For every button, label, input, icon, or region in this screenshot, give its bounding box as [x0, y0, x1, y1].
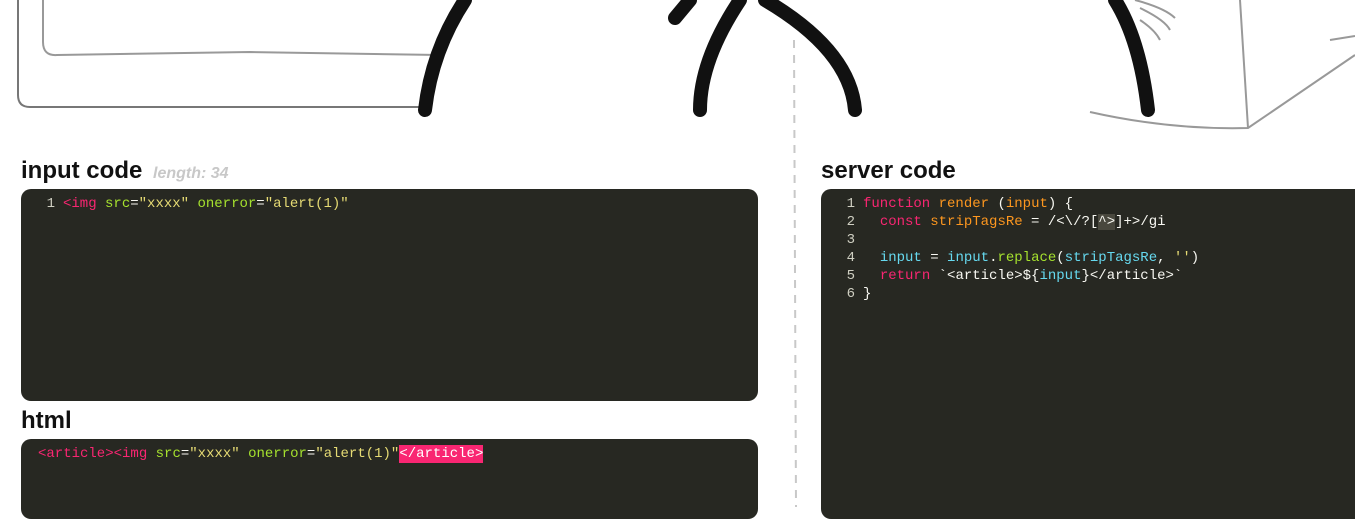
- code-token: input: [1039, 268, 1082, 284]
- code-token: "xxxx": [138, 196, 190, 212]
- code-token: /<\/?[: [1047, 214, 1099, 230]
- code-line: 5 return `<article>${input}</article>`: [821, 267, 1355, 285]
- box-outline: [1089, 54, 1355, 130]
- line-number: 5: [846, 268, 855, 284]
- box-corner: [1329, 35, 1355, 41]
- line-code: }: [863, 285, 871, 303]
- code-line: 1 <img src="xxxx" onerror="alert(1)": [21, 195, 758, 213]
- line-number: 4: [846, 250, 855, 266]
- code-token: <img: [113, 446, 148, 462]
- box-edge: [1239, 0, 1249, 129]
- figure-center-stroke-right: [758, 0, 862, 117]
- code-token: "alert(1)": [264, 196, 349, 212]
- tablet-inner-outline: [42, 0, 441, 57]
- code-token: input: [947, 250, 990, 266]
- line-number: 1: [846, 196, 855, 212]
- line-code: <img src="xxxx" onerror="alert(1)": [63, 195, 349, 213]
- panel-divider: [793, 39, 797, 507]
- code-token: (: [1056, 250, 1065, 266]
- code-token: <article>: [38, 446, 114, 462]
- html-output-title: html: [21, 407, 72, 434]
- input-length-label: length: 34: [153, 165, 229, 182]
- code-token: }</article>`: [1081, 268, 1183, 284]
- code-token: '': [1173, 250, 1191, 266]
- server-code-editor: 1 function render (input) {2 const stripT…: [821, 189, 1355, 519]
- line-code: input = input.replace(stripTagsRe, ''): [863, 249, 1199, 267]
- input-code-editor[interactable]: 1 <img src="xxxx" onerror="alert(1)": [21, 189, 758, 401]
- server-code-lines: 1 function render (input) {2 const stripT…: [821, 195, 1355, 303]
- code-token: src: [155, 446, 181, 462]
- code-token: onerror: [197, 196, 257, 212]
- code-token: ,: [1157, 250, 1174, 266]
- ear-line-3: [1139, 19, 1161, 41]
- code-token: input: [879, 250, 922, 266]
- code-token: =: [256, 196, 265, 212]
- code-token: function: [863, 196, 931, 212]
- code-token: <img: [63, 196, 97, 212]
- code-line: 3: [821, 231, 1355, 249]
- code-token: =: [130, 196, 139, 212]
- header-illustration: [17, 0, 1355, 130]
- figure-left-stroke: [418, 0, 472, 117]
- html-output-line: <article> <img src = "xxxx" onerror = "alert(…: [38, 445, 758, 463]
- code-token: (: [989, 196, 1006, 212]
- code-token: =: [1022, 214, 1048, 230]
- code-token: src: [105, 196, 131, 212]
- code-token: =: [306, 446, 316, 462]
- code-token: onerror: [248, 446, 307, 462]
- code-token: "xxxx": [189, 446, 240, 462]
- code-token: }: [863, 286, 872, 302]
- code-token: </article>: [399, 445, 484, 463]
- code-token: return: [879, 268, 931, 284]
- code-token: ) {: [1047, 196, 1074, 212]
- line-number: 1: [46, 196, 55, 212]
- code-token: ^>: [1098, 214, 1116, 230]
- code-token: input: [1005, 196, 1048, 212]
- code-line: 1 function render (input) {: [821, 195, 1355, 213]
- code-line: 2 const stripTagsRe = /<\/?[^>]+>/gi: [821, 213, 1355, 231]
- code-line: 6}: [821, 285, 1355, 303]
- code-token: =: [180, 446, 190, 462]
- code-token: ): [1190, 250, 1200, 266]
- line-number: 3: [846, 232, 855, 248]
- code-token: `<article>${: [938, 268, 1040, 284]
- line-number: 6: [846, 286, 855, 302]
- code-token: "alert(1)": [315, 446, 400, 462]
- line-code: const stripTagsRe = /<\/?[^>]+>/gi: [863, 213, 1166, 231]
- code-token: ]+>/gi: [1115, 214, 1166, 230]
- line-number: 2: [846, 214, 855, 230]
- input-code-title: input code length: 34: [21, 157, 229, 188]
- code-token: =: [921, 250, 948, 266]
- input-code-lines: 1 <img src="xxxx" onerror="alert(1)": [21, 195, 758, 213]
- code-line: 4 input = input.replace(stripTagsRe, ''): [821, 249, 1355, 267]
- code-token: replace: [997, 250, 1057, 266]
- code-token: stripTagsRe: [930, 214, 1023, 230]
- figure-right-stroke: [1108, 0, 1155, 117]
- input-code-title-text: input code: [21, 157, 143, 184]
- figure-center-stroke-left: [668, 0, 697, 25]
- code-token: render: [938, 196, 990, 212]
- html-output-editor: <article> <img src = "xxxx" onerror = "alert(…: [21, 439, 758, 519]
- server-code-title: server code: [821, 157, 956, 184]
- code-token: const: [879, 214, 922, 230]
- code-token: stripTagsRe: [1064, 250, 1158, 266]
- line-code: function render (input) {: [863, 195, 1073, 213]
- line-code: return `<article>${input}</article>`: [863, 267, 1183, 285]
- figure-center-stroke-main: [693, 0, 747, 117]
